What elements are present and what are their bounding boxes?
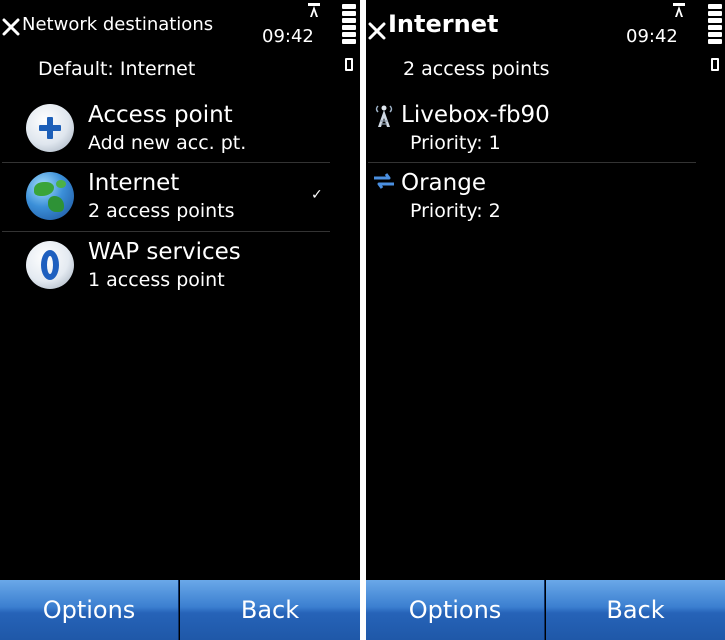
softkey-bar: Options Back — [0, 580, 360, 640]
opera-icon — [26, 241, 74, 289]
packet-data-arrows-icon — [374, 173, 394, 189]
item-subtitle: Priority: 2 — [410, 200, 501, 222]
item-title: Access point — [88, 102, 233, 128]
close-icon[interactable] — [2, 18, 20, 36]
divider — [2, 162, 330, 163]
plus-icon — [26, 104, 74, 152]
divider — [368, 162, 696, 163]
item-title: Livebox-fb90 — [401, 102, 550, 128]
list-item-livebox[interactable]: Livebox-fb90 Priority: 1 — [366, 98, 696, 167]
title-bar: Internet 09:42 — [366, 0, 725, 71]
list-item-wap-services[interactable]: WAP services 1 access point — [0, 235, 330, 304]
clock: 09:42 — [262, 26, 314, 47]
item-subtitle: Add new acc. pt. — [88, 132, 247, 154]
checkmark-icon: ✓ — [311, 187, 323, 203]
options-button[interactable]: Options — [0, 580, 179, 640]
divider — [2, 231, 330, 232]
page-title: Network destinations — [22, 14, 214, 35]
list-item-internet[interactable]: Internet 2 access points ✓ — [0, 166, 330, 235]
battery-icon — [345, 58, 353, 71]
item-title: Internet — [88, 170, 180, 196]
page-title: Internet — [388, 10, 499, 38]
internet-destination-screen: Internet 09:42 2 access points Livebox-f… — [366, 0, 725, 640]
globe-icon — [26, 172, 74, 220]
back-button[interactable]: Back — [180, 580, 360, 640]
close-icon[interactable] — [368, 22, 386, 40]
back-button[interactable]: Back — [546, 580, 725, 640]
default-destination-label: Default: Internet — [38, 58, 196, 80]
item-title: Orange — [401, 170, 486, 196]
item-subtitle: Priority: 1 — [410, 132, 501, 154]
list-item-access-point[interactable]: Access point Add new acc. pt. — [0, 98, 330, 167]
signal-antenna-icon — [308, 3, 320, 17]
wlan-antenna-icon — [375, 105, 393, 127]
item-title: WAP services — [88, 239, 241, 265]
access-point-count: 2 access points — [403, 58, 550, 80]
list-item-orange[interactable]: Orange Priority: 2 — [366, 166, 696, 235]
title-bar: Network destinations 09:42 — [0, 0, 360, 71]
softkey-bar: Options Back — [366, 580, 725, 640]
signal-antenna-icon — [673, 3, 685, 17]
clock: 09:42 — [626, 26, 678, 47]
item-subtitle: 1 access point — [88, 269, 225, 291]
network-destinations-screen: Network destinations 09:42 Default: Inte… — [0, 0, 360, 640]
battery-icon — [711, 58, 719, 71]
signal-strength-icon — [708, 4, 722, 46]
options-button[interactable]: Options — [366, 580, 545, 640]
item-subtitle: 2 access points — [88, 200, 235, 222]
signal-strength-icon — [342, 4, 356, 46]
